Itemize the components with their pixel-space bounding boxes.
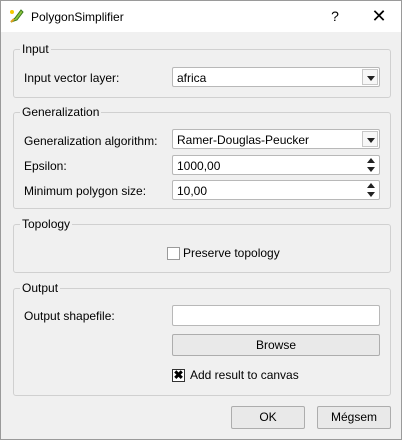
min-size-value: 10,00 <box>177 184 208 198</box>
qgis-pen-icon <box>10 9 24 23</box>
input-layer-value: africa <box>177 71 207 85</box>
spin-up-icon[interactable] <box>364 181 378 190</box>
spin-down-icon[interactable] <box>364 190 378 199</box>
topology-group-title: Topology <box>20 217 73 231</box>
title-bar: PolygonSimplifier ? ✕ <box>1 1 401 32</box>
checkmark-icon: ✖ <box>173 368 184 382</box>
chevron-down-icon[interactable] <box>362 131 378 147</box>
input-group-title: Input <box>20 42 51 56</box>
algorithm-value: Ramer-Douglas-Peucker <box>177 133 310 147</box>
output-shapefile-input[interactable] <box>172 305 380 326</box>
output-group-title: Output <box>20 281 61 295</box>
topology-group: Topology Preserve topology <box>13 217 391 273</box>
polygon-simplifier-dialog: PolygonSimplifier ? ✕ Input Input vector… <box>0 0 402 440</box>
output-shapefile-label: Output shapefile: <box>24 309 115 323</box>
add-result-label[interactable]: Add result to canvas <box>190 368 299 382</box>
epsilon-label: Epsilon: <box>24 159 67 173</box>
generalization-group-title: Generalization <box>20 105 102 119</box>
cancel-button[interactable]: Mégsem <box>317 406 391 429</box>
window-title: PolygonSimplifier <box>31 10 124 24</box>
browse-button[interactable]: Browse <box>172 334 380 356</box>
input-group: Input Input vector layer: africa <box>13 42 391 98</box>
input-layer-combo[interactable]: africa <box>172 67 380 87</box>
epsilon-spinbox[interactable]: 1000,00 <box>172 155 380 175</box>
algorithm-combo[interactable]: Ramer-Douglas-Peucker <box>172 129 380 149</box>
min-size-spinbox[interactable]: 10,00 <box>172 180 380 200</box>
preserve-topology-label[interactable]: Preserve topology <box>183 246 280 260</box>
preserve-topology-checkbox[interactable] <box>167 247 180 260</box>
close-button[interactable]: ✕ <box>365 5 393 27</box>
spin-up-icon[interactable] <box>364 156 378 165</box>
ok-button[interactable]: OK <box>231 406 305 429</box>
chevron-down-icon[interactable] <box>362 69 378 85</box>
add-result-checkbox[interactable]: ✖ <box>172 368 185 382</box>
min-size-label: Minimum polygon size: <box>24 184 147 198</box>
generalization-group: Generalization Generalization algorithm:… <box>13 105 391 209</box>
input-layer-label: Input vector layer: <box>24 71 120 85</box>
help-button[interactable]: ? <box>323 5 347 27</box>
algorithm-label: Generalization algorithm: <box>24 134 158 148</box>
epsilon-value: 1000,00 <box>177 159 221 173</box>
output-group: Output Output shapefile: Browse ✖ Add re… <box>13 281 391 396</box>
spin-down-icon[interactable] <box>364 165 378 174</box>
